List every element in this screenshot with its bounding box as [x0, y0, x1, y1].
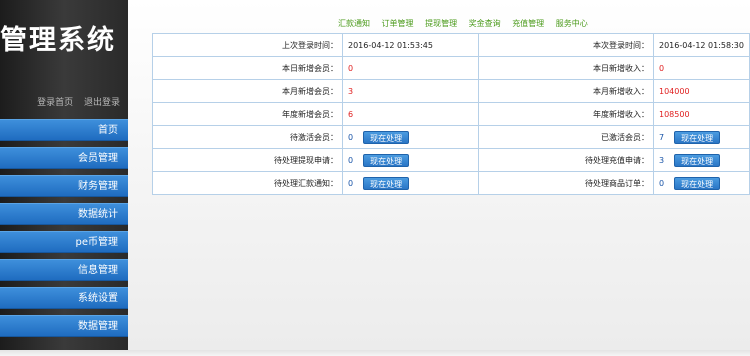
- sidebar-item-settings[interactable]: 系统设置: [0, 287, 128, 309]
- main-content: 汇款通知 订单管理 提现管理 奖金查询 充值管理 服务中心 上次登录时间： 20…: [128, 0, 750, 352]
- table-row: 本月新增会员： 3 本月新增收入： 104000: [152, 79, 750, 103]
- sidebar-item-messages[interactable]: 信息管理: [0, 259, 128, 281]
- topnav-remittance[interactable]: 汇款通知: [338, 19, 370, 28]
- activated-members-cell: 7 现在处理: [653, 125, 750, 149]
- current-login-label: 本次登录时间：: [478, 33, 654, 57]
- pending-remittance-value: 0: [348, 178, 354, 188]
- monthly-income-label: 本月新增收入：: [478, 79, 654, 103]
- topnav-recharge[interactable]: 充值管理: [512, 19, 544, 28]
- table-row: 上次登录时间： 2016-04-12 01:53:45 本次登录时间： 2016…: [152, 33, 750, 57]
- sidebar-item-home[interactable]: 首页: [0, 119, 128, 141]
- top-nav: 汇款通知 订单管理 提现管理 奖金查询 充值管理 服务中心: [128, 18, 750, 29]
- pending-withdraw-value: 0: [348, 155, 354, 165]
- logout-link[interactable]: 退出登录: [84, 98, 120, 108]
- sidebar-item-members[interactable]: 会员管理: [0, 147, 128, 169]
- sidebar-item-finance[interactable]: 财务管理: [0, 175, 128, 197]
- pending-activation-value: 0: [348, 132, 354, 142]
- sidebar-item-data[interactable]: 数据管理: [0, 315, 128, 337]
- process-now-button[interactable]: 现在处理: [363, 176, 410, 190]
- monthly-income-value: 104000: [653, 79, 750, 103]
- pending-orders-label: 待处理商品订单：: [478, 171, 654, 195]
- sidebar-item-statistics[interactable]: 数据统计: [0, 203, 128, 225]
- bottom-shadow: [0, 350, 750, 356]
- daily-income-label: 本日新增收入：: [478, 56, 654, 80]
- sidebar-nav: 首页 会员管理 财务管理 数据统计 pe币管理 信息管理 系统设置 数据管理: [0, 119, 128, 343]
- table-row: 待处理汇款通知： 0 现在处理 待处理商品订单： 0 现在处理: [152, 171, 750, 195]
- current-login-value: 2016-04-12 01:58:30: [653, 33, 750, 57]
- monthly-members-label: 本月新增会员：: [152, 79, 343, 103]
- topnav-service[interactable]: 服务中心: [556, 19, 588, 28]
- sidebar-item-pe-coin[interactable]: pe币管理: [0, 231, 128, 253]
- yearly-members-value: 6: [342, 102, 479, 126]
- pending-recharge-value: 3: [659, 155, 665, 165]
- last-login-value: 2016-04-12 01:53:45: [342, 33, 479, 57]
- process-now-button[interactable]: 现在处理: [674, 176, 721, 190]
- topnav-orders[interactable]: 订单管理: [382, 19, 414, 28]
- process-now-button[interactable]: 现在处理: [363, 153, 410, 167]
- daily-members-value: 0: [342, 56, 479, 80]
- login-home-link[interactable]: 登录首页: [37, 98, 73, 108]
- pending-orders-value: 0: [659, 178, 665, 188]
- topnav-bonus[interactable]: 奖金查询: [469, 19, 501, 28]
- table-row: 本日新增会员： 0 本日新增收入： 0: [152, 56, 750, 80]
- app-frame: 管理系统 登录首页 退出登录 首页 会员管理 财务管理 数据统计 pe币管理 信…: [0, 0, 750, 356]
- yearly-income-value: 108500: [653, 102, 750, 126]
- sidebar: 管理系统 登录首页 退出登录 首页 会员管理 财务管理 数据统计 pe币管理 信…: [0, 0, 128, 352]
- pending-orders-cell: 0 现在处理: [653, 171, 750, 195]
- pending-remittance-cell: 0 现在处理: [342, 171, 479, 195]
- pending-recharge-label: 待处理充值申请：: [478, 148, 654, 172]
- daily-income-value: 0: [653, 56, 750, 80]
- pending-activation-cell: 0 现在处理: [342, 125, 479, 149]
- process-now-button[interactable]: 现在处理: [674, 153, 721, 167]
- pending-remittance-label: 待处理汇款通知：: [152, 171, 343, 195]
- table-row: 年度新增会员： 6 年度新增收入： 108500: [152, 102, 750, 126]
- pending-activation-label: 待激活会员：: [152, 125, 343, 149]
- pending-withdraw-cell: 0 现在处理: [342, 148, 479, 172]
- topnav-withdraw[interactable]: 提现管理: [425, 19, 457, 28]
- yearly-income-label: 年度新增收入：: [478, 102, 654, 126]
- user-links: 登录首页 退出登录: [0, 95, 120, 108]
- process-now-button[interactable]: 现在处理: [363, 130, 410, 144]
- activated-members-value: 7: [659, 132, 665, 142]
- activated-members-label: 已激活会员：: [478, 125, 654, 149]
- info-table: 上次登录时间： 2016-04-12 01:53:45 本次登录时间： 2016…: [152, 33, 750, 195]
- system-title: 管理系统: [0, 25, 116, 56]
- pending-withdraw-label: 待处理提现申请：: [152, 148, 343, 172]
- monthly-members-value: 3: [342, 79, 479, 103]
- table-row: 待激活会员： 0 现在处理 已激活会员： 7 现在处理: [152, 125, 750, 149]
- process-now-button[interactable]: 现在处理: [674, 130, 721, 144]
- pending-recharge-cell: 3 现在处理: [653, 148, 750, 172]
- table-row: 待处理提现申请： 0 现在处理 待处理充值申请： 3 现在处理: [152, 148, 750, 172]
- last-login-label: 上次登录时间：: [152, 33, 343, 57]
- daily-members-label: 本日新增会员：: [152, 56, 343, 80]
- yearly-members-label: 年度新增会员：: [152, 102, 343, 126]
